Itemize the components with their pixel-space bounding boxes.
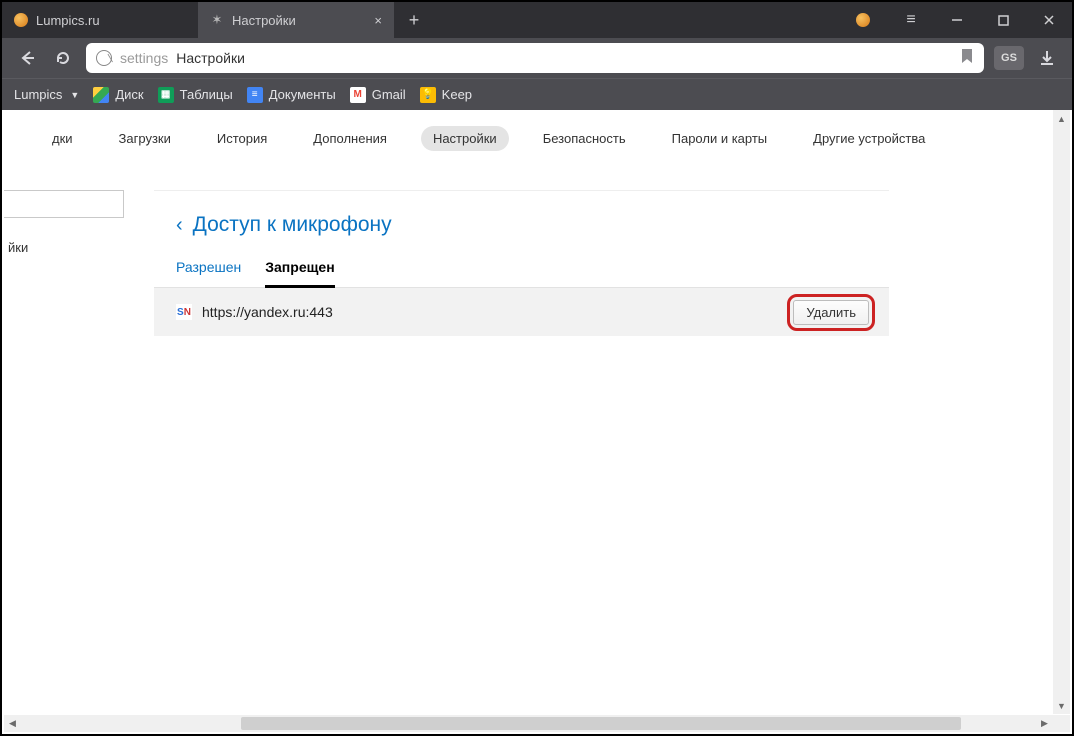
bookmark-folder-lumpics[interactable]: Lumpics ▼ xyxy=(14,87,79,102)
page-title-row[interactable]: ‹ Доступ к микрофону xyxy=(176,213,867,237)
docs-icon: ≡ xyxy=(247,87,263,103)
back-button[interactable] xyxy=(14,45,40,71)
settings-sidebar: йки xyxy=(4,190,134,255)
tab-label: Lumpics.ru xyxy=(36,13,100,28)
minimize-icon xyxy=(951,14,963,26)
main-panel: ‹ Доступ к микрофону Разрешен Запрещен S… xyxy=(154,190,889,336)
bookmark-label: Документы xyxy=(269,87,336,102)
scroll-right-icon[interactable]: ▶ xyxy=(1036,715,1053,732)
reload-icon xyxy=(54,49,72,67)
settings-nav-item[interactable]: Безопасность xyxy=(531,126,638,151)
scroll-down-icon[interactable]: ▼ xyxy=(1053,697,1070,714)
window-close-button[interactable] xyxy=(1026,2,1072,38)
bookmark-label: Таблицы xyxy=(180,87,233,102)
scroll-thumb[interactable] xyxy=(241,717,961,730)
settings-nav-item[interactable]: Пароли и карты xyxy=(660,126,780,151)
bookmark-sheets[interactable]: ▦ Таблицы xyxy=(158,87,233,103)
address-bar[interactable]: settings Настройки xyxy=(86,43,984,73)
bookmark-label: Gmail xyxy=(372,87,406,102)
vertical-scrollbar[interactable]: ▲ ▼ xyxy=(1053,110,1070,714)
download-icon xyxy=(1038,49,1056,67)
new-tab-button[interactable]: + xyxy=(394,2,434,38)
tab-denied[interactable]: Запрещен xyxy=(265,259,334,288)
tab-lumpics[interactable]: Lumpics.ru xyxy=(2,2,198,38)
bookmarks-bar: Lumpics ▼ Диск ▦ Таблицы ≡ Документы M G… xyxy=(2,78,1072,110)
arrow-left-icon xyxy=(18,49,36,67)
extension-badge[interactable]: GS xyxy=(994,46,1024,70)
settings-nav-item-active[interactable]: Настройки xyxy=(421,126,509,151)
bookmark-gmail[interactable]: M Gmail xyxy=(350,87,406,103)
address-seg-settings: settings xyxy=(120,50,168,66)
gmail-icon: M xyxy=(350,87,366,103)
settings-nav-item[interactable]: Загрузки xyxy=(107,126,183,151)
keep-icon: 💡 xyxy=(420,87,436,103)
close-icon[interactable]: × xyxy=(374,13,382,28)
permission-tabs: Разрешен Запрещен xyxy=(176,259,867,288)
sidebar-item-cropped[interactable]: йки xyxy=(4,240,134,255)
site-url: https://yandex.ru:443 xyxy=(202,304,333,320)
scroll-thumb[interactable] xyxy=(1053,110,1070,714)
settings-nav-item[interactable]: Дополнения xyxy=(301,126,399,151)
settings-nav-item[interactable]: Другие устройства xyxy=(801,126,937,151)
scroll-up-icon[interactable]: ▲ xyxy=(1053,110,1070,127)
bookmark-drive[interactable]: Диск xyxy=(93,87,143,103)
settings-search-input[interactable] xyxy=(4,190,124,218)
profile-icon[interactable] xyxy=(856,13,870,27)
scroll-corner xyxy=(1053,715,1070,732)
close-icon xyxy=(1043,14,1055,26)
downloads-button[interactable] xyxy=(1034,45,1060,71)
bookmark-icon[interactable] xyxy=(960,48,974,69)
address-seg-title: Настройки xyxy=(176,50,245,66)
bookmark-label: Диск xyxy=(115,87,143,102)
tab-label: Настройки xyxy=(232,13,296,28)
titlebar-right: ≡ xyxy=(856,2,1072,38)
site-info-icon[interactable] xyxy=(96,50,112,66)
page-content: дки Загрузки История Дополнения Настройк… xyxy=(4,110,1070,714)
delete-highlight: Удалить xyxy=(787,294,875,331)
maximize-icon xyxy=(998,15,1009,26)
gear-icon: ✶ xyxy=(210,13,224,27)
chevron-left-icon: ‹ xyxy=(176,214,183,237)
bookmark-keep[interactable]: 💡 Keep xyxy=(420,87,472,103)
settings-nav: дки Загрузки История Дополнения Настройк… xyxy=(4,110,1070,166)
site-row: SN https://yandex.ru:443 Удалить xyxy=(154,288,889,336)
site-favicon: SN xyxy=(176,304,192,320)
settings-nav-item[interactable]: История xyxy=(205,126,279,151)
tab-settings[interactable]: ✶ Настройки × xyxy=(198,2,394,38)
reload-button[interactable] xyxy=(50,45,76,71)
bookmark-label: Lumpics xyxy=(14,87,62,102)
lumpics-favicon xyxy=(14,13,28,27)
menu-button[interactable]: ≡ xyxy=(888,2,934,38)
delete-button[interactable]: Удалить xyxy=(793,300,869,325)
scroll-left-icon[interactable]: ◀ xyxy=(4,715,21,732)
scroll-track[interactable] xyxy=(21,715,1036,732)
bookmark-label: Keep xyxy=(442,87,472,102)
bookmark-docs[interactable]: ≡ Документы xyxy=(247,87,336,103)
sheets-icon: ▦ xyxy=(158,87,174,103)
page-title: Доступ к микрофону xyxy=(193,213,392,237)
horizontal-scrollbar[interactable]: ◀ ▶ xyxy=(4,715,1053,732)
navbar: settings Настройки GS xyxy=(2,38,1072,78)
maximize-button[interactable] xyxy=(980,2,1026,38)
settings-nav-item[interactable]: дки xyxy=(40,126,85,151)
chevron-down-icon: ▼ xyxy=(70,90,79,100)
drive-icon xyxy=(93,87,109,103)
minimize-button[interactable] xyxy=(934,2,980,38)
titlebar: Lumpics.ru ✶ Настройки × + ≡ xyxy=(2,2,1072,38)
tab-allowed[interactable]: Разрешен xyxy=(176,259,241,288)
